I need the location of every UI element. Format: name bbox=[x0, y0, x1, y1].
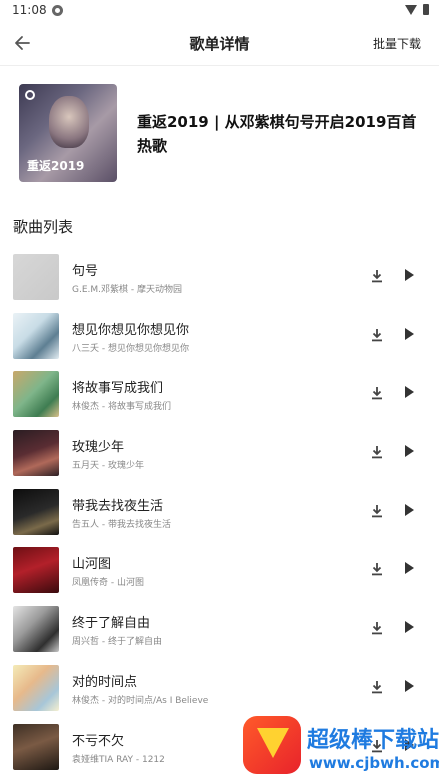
song-cover bbox=[13, 488, 59, 535]
playlist-info: 重返2019 重返2019 | 从邓紫棋句号开启2019百首热歌 bbox=[19, 84, 421, 184]
song-list-heading: 歌曲列表 bbox=[13, 218, 74, 236]
download-icon[interactable] bbox=[371, 620, 383, 635]
song-artist-album: 周兴哲 - 终于了解自由 bbox=[72, 637, 162, 648]
song-title: 山河图 bbox=[72, 557, 112, 573]
song-title: 句号 bbox=[72, 264, 99, 279]
song-cover bbox=[13, 723, 59, 770]
play-icon[interactable] bbox=[405, 562, 414, 575]
song-title: 对的时间点 bbox=[72, 674, 138, 690]
download-icon[interactable] bbox=[371, 503, 383, 518]
song-cover bbox=[13, 606, 59, 653]
play-icon[interactable] bbox=[405, 503, 414, 516]
song-cover bbox=[13, 430, 59, 477]
play-icon[interactable] bbox=[405, 445, 414, 458]
song-artist-album: 告五人 - 带我去找夜生活 bbox=[72, 519, 171, 530]
song-title: 想见你想见你想见你 bbox=[72, 322, 190, 338]
watermark-url: www.cjbwh.com bbox=[309, 754, 439, 772]
watermark-logo-icon bbox=[243, 716, 301, 774]
play-icon[interactable] bbox=[405, 386, 414, 399]
play-icon[interactable] bbox=[405, 269, 414, 281]
batch-download-button[interactable]: 批量下载 bbox=[373, 35, 421, 52]
play-icon[interactable] bbox=[405, 679, 414, 692]
site-watermark: 超级棒下载站 www.cjbwh.com bbox=[243, 712, 439, 782]
song-cover bbox=[13, 547, 59, 594]
song-artist-album: 八三夭 - 想见你想见你想见你 bbox=[72, 343, 189, 354]
song-cover bbox=[13, 312, 59, 359]
app-header: 歌单详情 批量下载 bbox=[0, 22, 439, 66]
song-row[interactable]: 想见你想见你想见你八三夭 - 想见你想见你想见你 bbox=[0, 308, 439, 367]
wifi-icon bbox=[405, 5, 417, 15]
song-row[interactable]: 将故事写成我们林俊杰 - 将故事写成我们 bbox=[0, 366, 439, 425]
song-title: 不亏不欠 bbox=[72, 733, 125, 749]
song-title: 将故事写成我们 bbox=[72, 381, 164, 397]
play-icon[interactable] bbox=[405, 621, 414, 634]
song-cover bbox=[13, 664, 59, 711]
song-row[interactable]: 句号 G.E.M.邓紫棋 - 摩天动物园 bbox=[0, 249, 439, 308]
download-icon[interactable] bbox=[371, 327, 383, 341]
status-time: 11:08 bbox=[12, 3, 47, 17]
song-artist-album: 五月天 - 玫瑰少年 bbox=[72, 461, 144, 472]
song-list: 句号 G.E.M.邓紫棋 - 摩天动物园想见你想见你想见你八三夭 - 想见你想见你… bbox=[0, 249, 439, 777]
music-badge-icon bbox=[25, 90, 35, 100]
download-icon[interactable] bbox=[371, 444, 383, 459]
playlist-title: 重返2019 | 从邓紫棋句号开启2019百首热歌 bbox=[137, 113, 417, 155]
song-row[interactable]: 山河图凤凰传奇 - 山河图 bbox=[0, 542, 439, 601]
song-row[interactable]: 玫瑰少年五月天 - 玫瑰少年 bbox=[0, 425, 439, 484]
song-artist-album: 袁娅维TIA RAY - 1212 bbox=[72, 754, 165, 765]
play-icon[interactable] bbox=[405, 327, 414, 340]
song-title: 玫瑰少年 bbox=[72, 440, 125, 456]
status-bar: 11:08 bbox=[0, 0, 439, 22]
song-title: 终于了解自由 bbox=[72, 616, 151, 632]
song-cover bbox=[13, 371, 59, 418]
song-title: 带我去找夜生活 bbox=[72, 498, 164, 514]
song-row[interactable]: 带我去找夜生活告五人 - 带我去找夜生活 bbox=[0, 484, 439, 543]
song-cover bbox=[13, 254, 59, 300]
download-icon[interactable] bbox=[371, 268, 383, 283]
song-row[interactable]: 终于了解自由周兴哲 - 终于了解自由 bbox=[0, 601, 439, 660]
song-artist-album: 林俊杰 - 对的时间点/As I Believe bbox=[72, 695, 209, 706]
playlist-cover: 重返2019 bbox=[19, 84, 117, 182]
download-icon[interactable] bbox=[371, 385, 383, 400]
download-icon[interactable] bbox=[371, 561, 383, 576]
song-artist-album: G.E.M.邓紫棋 - 摩天动物园 bbox=[72, 285, 182, 295]
battery-icon bbox=[423, 4, 429, 15]
notification-icon bbox=[52, 5, 63, 16]
song-row[interactable]: 对的时间点林俊杰 - 对的时间点/As I Believe bbox=[0, 660, 439, 719]
download-icon[interactable] bbox=[371, 679, 383, 694]
song-artist-album: 林俊杰 - 将故事写成我们 bbox=[72, 402, 171, 413]
cover-text: 重返2019 bbox=[27, 159, 85, 173]
watermark-title: 超级棒下载站 bbox=[307, 728, 439, 753]
song-artist-album: 凤凰传奇 - 山河图 bbox=[72, 578, 144, 589]
